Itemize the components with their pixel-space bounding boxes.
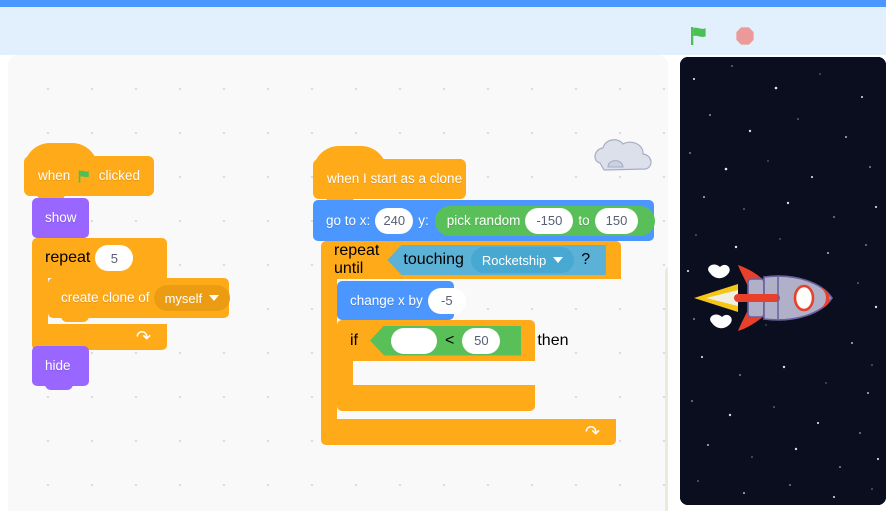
block-pick-random[interactable]: pick random -150 to 150 <box>434 205 656 236</box>
hide-label: hide <box>45 358 71 374</box>
block-go-to-xy[interactable]: go to x: 240 y: pick random -150 to 150 <box>313 200 656 245</box>
stage[interactable] <box>680 57 886 505</box>
chevron-down-icon <box>553 257 564 263</box>
top-accent-strip <box>0 0 886 7</box>
repeat-count-input[interactable]: 5 <box>95 245 134 271</box>
block-when-flag-clicked[interactable]: when clicked <box>24 143 154 200</box>
pick-random-to-input[interactable]: 150 <box>594 207 639 234</box>
green-flag-icon <box>691 27 706 45</box>
repeat-loop-arrow: ↷ <box>135 327 151 347</box>
touching-question-mark: ? <box>581 251 591 268</box>
touching-label: touching <box>403 251 464 268</box>
stage-controls <box>684 21 760 51</box>
green-flag-button[interactable] <box>684 21 714 51</box>
block-if-then[interactable]: if < 50 then <box>337 320 568 411</box>
repeat-until-label: repeat until <box>334 242 380 277</box>
go-to-y-label: y: <box>418 212 429 228</box>
if-label: if <box>350 331 358 349</box>
then-label: then <box>537 331 569 349</box>
repeat-until-loop-arrow: ↷ <box>584 422 600 442</box>
menu-bar <box>0 7 886 55</box>
less-than-right-input[interactable]: 50 <box>462 327 501 354</box>
touching-target-dropdown[interactable]: Rocketship <box>470 247 575 273</box>
block-less-than[interactable]: < 50 <box>370 325 522 356</box>
pick-random-from-input[interactable]: -150 <box>525 207 574 234</box>
repeat-label: repeat <box>45 249 91 266</box>
block-change-x-by[interactable]: change x by -5 <box>337 281 466 324</box>
go-to-x-input[interactable]: 240 <box>375 207 414 234</box>
less-than-left-input[interactable] <box>391 327 437 354</box>
when-start-as-clone-label: when I start as a clone <box>327 171 463 187</box>
workspace-scrollbar[interactable] <box>665 267 668 511</box>
create-clone-target-label: myself <box>164 290 203 306</box>
change-x-input[interactable]: -5 <box>427 287 466 314</box>
block-create-clone[interactable]: create clone of myself <box>48 278 231 322</box>
when-flag-clicked-post-label: clicked <box>98 168 140 184</box>
show-label: show <box>45 210 77 226</box>
change-x-label: change x by <box>350 292 423 308</box>
create-clone-target-dropdown[interactable]: myself <box>153 285 231 311</box>
less-than-operator: < <box>445 331 455 349</box>
touching-target-label: Rocketship <box>481 252 547 268</box>
sprite-rocketship[interactable] <box>692 253 842 343</box>
stop-sign-icon <box>736 27 754 45</box>
stop-button[interactable] <box>730 21 760 51</box>
chevron-down-icon <box>209 295 220 301</box>
block-show[interactable]: show <box>32 198 89 242</box>
block-hide[interactable]: hide <box>32 346 89 390</box>
when-flag-clicked-pre-label: when <box>38 168 71 184</box>
code-workspace[interactable]: when clicked show repeat 5 ↷ create clon… <box>8 55 668 511</box>
block-when-start-as-clone[interactable]: when I start as a clone <box>313 146 466 203</box>
green-flag-icon <box>79 169 90 183</box>
create-clone-label: create clone of <box>61 290 150 306</box>
cloud-sprite-watermark <box>594 139 652 171</box>
block-touching[interactable]: touching Rocketship ? <box>387 245 607 275</box>
go-to-x-label: go to x: <box>326 212 371 228</box>
scratch-editor: when clicked show repeat 5 ↷ create clon… <box>0 0 886 511</box>
pick-random-to-label: to <box>578 212 590 228</box>
pick-random-label: pick random <box>446 212 521 228</box>
